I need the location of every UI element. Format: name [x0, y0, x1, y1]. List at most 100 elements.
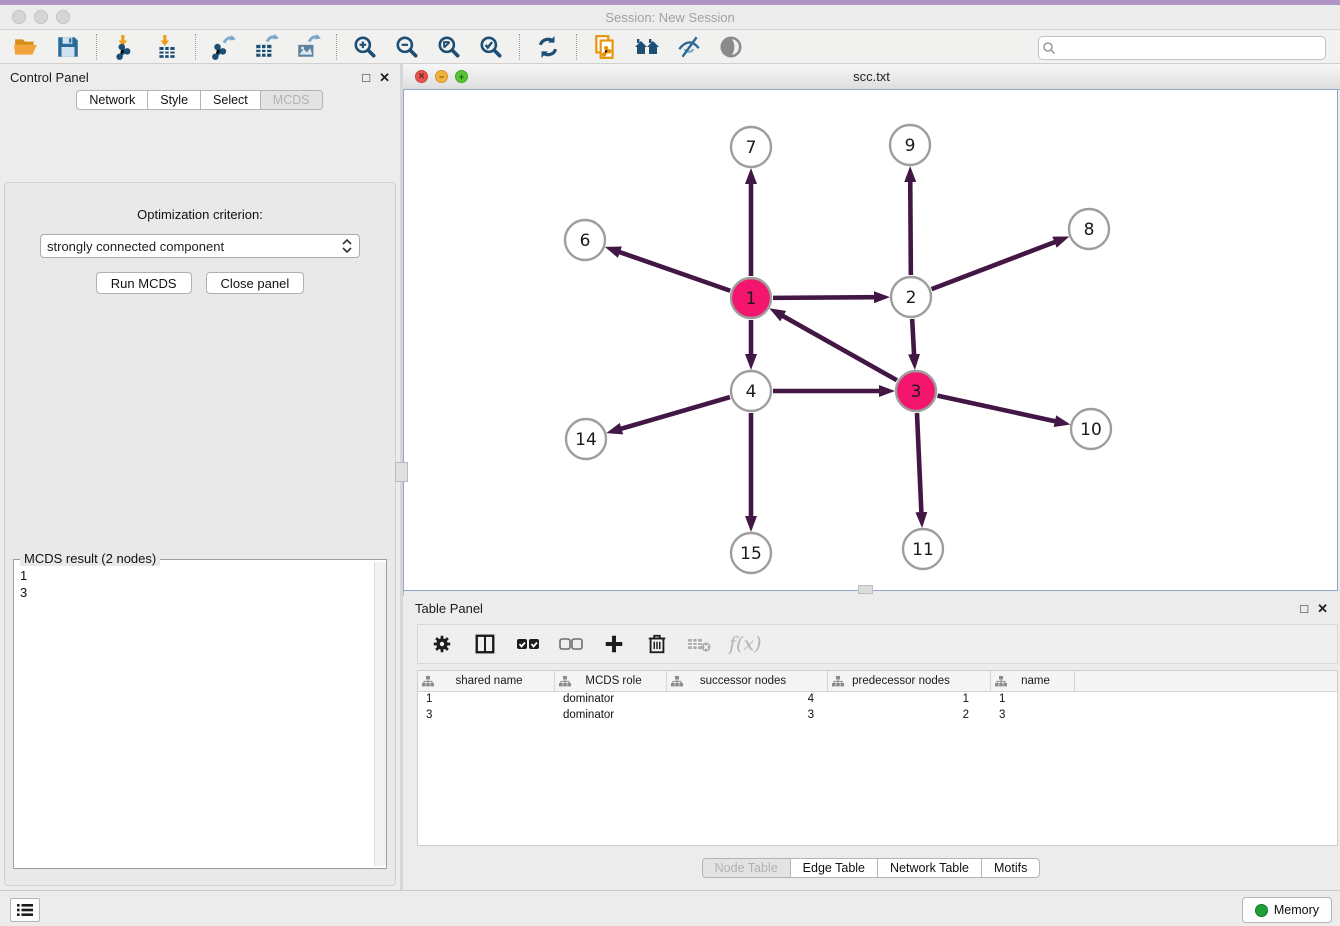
mcds-result-text[interactable]: 1 3: [14, 563, 374, 868]
edge-4-14[interactable]: [620, 397, 730, 429]
node-label-9: 9: [905, 136, 916, 156]
edge-2-3[interactable]: [912, 319, 914, 356]
add-column-icon[interactable]: [600, 630, 628, 658]
mac-titlebar: Session: New Session: [0, 5, 1340, 30]
save-session-icon[interactable]: [54, 33, 82, 61]
node-label-1: 1: [746, 289, 757, 309]
tab-network[interactable]: Network: [76, 90, 148, 110]
edge-3-11[interactable]: [917, 413, 921, 514]
select-stepper-icon: [341, 238, 353, 254]
session-title: Session: New Session: [0, 10, 1340, 25]
application-window: Session: New Session: [0, 0, 1340, 926]
table-cell: 1: [828, 692, 991, 708]
duplicate-network-icon[interactable]: [591, 33, 619, 61]
table-cell: 3: [991, 708, 1075, 724]
zoom-fit-icon[interactable]: [435, 33, 463, 61]
settings-gear-icon[interactable]: [428, 630, 456, 658]
import-network-icon[interactable]: [111, 33, 139, 61]
tab-motifs[interactable]: Motifs: [981, 858, 1040, 878]
edge-3-10[interactable]: [937, 396, 1056, 422]
export-image-icon[interactable]: [294, 33, 322, 61]
search-input[interactable]: [1059, 40, 1325, 56]
tab-network-table[interactable]: Network Table: [877, 858, 982, 878]
network-minimize-icon[interactable]: −: [435, 70, 448, 83]
node-label-8: 8: [1084, 220, 1095, 240]
table-row[interactable]: 3dominator323: [418, 708, 1337, 724]
close-panel-icon[interactable]: ✕: [379, 71, 390, 84]
edge-1-6[interactable]: [618, 252, 730, 291]
tab-select[interactable]: Select: [200, 90, 261, 110]
select-all-checkboxes-icon[interactable]: [514, 630, 542, 658]
delete-column-icon[interactable]: [643, 630, 671, 658]
table-cell: 3: [418, 708, 555, 724]
memory-status-icon: [1255, 904, 1268, 917]
column-header-predecessor-nodes[interactable]: predecessor nodes: [828, 671, 991, 691]
column-header-successor-nodes[interactable]: successor nodes: [667, 671, 828, 691]
edge-2-8[interactable]: [932, 241, 1057, 289]
delete-table-icon[interactable]: [686, 630, 714, 658]
float-panel-icon[interactable]: □: [362, 71, 370, 84]
edge-3-1[interactable]: [781, 315, 896, 380]
table-body: 1dominator4113dominator323: [418, 692, 1337, 724]
column-header-MCDS-role[interactable]: MCDS role: [555, 671, 667, 691]
close-table-panel-icon[interactable]: ✕: [1317, 602, 1328, 615]
export-table-icon[interactable]: [252, 33, 280, 61]
table-toolbar: f(x): [417, 624, 1338, 664]
zoom-out-icon[interactable]: [393, 33, 421, 61]
tab-node-table[interactable]: Node Table: [702, 858, 791, 878]
mcds-result-group: MCDS result (2 nodes) 1 3: [13, 559, 387, 869]
node-label-10: 10: [1080, 420, 1102, 440]
toolbar-separator: [519, 34, 520, 60]
memory-button[interactable]: Memory: [1242, 897, 1332, 923]
network-window-titlebar[interactable]: ✕ − + scc.txt: [403, 64, 1340, 90]
hide-graphics-details-icon[interactable]: [675, 33, 703, 61]
refresh-view-icon[interactable]: [534, 33, 562, 61]
edge-1-2[interactable]: [773, 297, 876, 298]
home-icon[interactable]: [633, 33, 661, 61]
open-session-icon[interactable]: [12, 33, 40, 61]
close-panel-button[interactable]: Close panel: [206, 272, 305, 294]
criterion-select[interactable]: strongly connected component: [40, 234, 360, 258]
export-network-icon[interactable]: [210, 33, 238, 61]
search-field[interactable]: [1038, 36, 1326, 60]
import-table-icon[interactable]: [153, 33, 181, 61]
table-cell: dominator: [555, 692, 667, 708]
table-row[interactable]: 1dominator411: [418, 692, 1337, 708]
task-history-button[interactable]: [10, 898, 40, 922]
tab-style[interactable]: Style: [147, 90, 201, 110]
tab-edge-table[interactable]: Edge Table: [790, 858, 878, 878]
column-header-name[interactable]: name: [991, 671, 1075, 691]
node-label-15: 15: [740, 544, 762, 564]
network-close-icon[interactable]: ✕: [415, 70, 428, 83]
deselect-all-checkboxes-icon[interactable]: [557, 630, 585, 658]
table-cell: 1: [991, 692, 1075, 708]
vertical-splitter-grip[interactable]: [395, 462, 408, 482]
list-icon: [16, 903, 34, 917]
zoom-selected-icon[interactable]: [477, 33, 505, 61]
table-tabbar: Node TableEdge TableNetwork TableMotifs: [403, 858, 1340, 878]
horizontal-splitter-grip[interactable]: [858, 585, 873, 594]
float-table-panel-icon[interactable]: □: [1300, 602, 1308, 615]
search-icon: [1039, 40, 1059, 56]
function-builder-icon[interactable]: f(x): [729, 633, 762, 655]
run-mcds-button[interactable]: Run MCDS: [96, 272, 192, 294]
result-scrollbar[interactable]: [374, 562, 386, 866]
node-label-6: 6: [580, 231, 591, 251]
toggle-column-panel-icon[interactable]: [471, 630, 499, 658]
column-header-shared-name[interactable]: shared name: [418, 671, 555, 691]
tab-mcds[interactable]: MCDS: [260, 90, 323, 110]
network-maximize-icon[interactable]: +: [455, 70, 468, 83]
table-panel-title: Table Panel: [415, 601, 483, 616]
table-cell: dominator: [555, 708, 667, 724]
toolbar-separator: [195, 34, 196, 60]
optimization-criterion-label: Optimization criterion:: [5, 207, 395, 222]
node-label-3: 3: [911, 382, 922, 402]
node-label-7: 7: [746, 138, 757, 158]
table-panel: Table Panel □ ✕: [403, 596, 1340, 890]
network-canvas[interactable]: 7968124314101511: [403, 89, 1338, 591]
network-graph: 7968124314101511: [404, 90, 1337, 590]
show-graphics-details-icon[interactable]: [717, 33, 745, 61]
edge-2-9[interactable]: [910, 180, 911, 275]
network-view-window: ✕ − + scc.txt 7968124314101511: [403, 64, 1340, 592]
zoom-in-icon[interactable]: [351, 33, 379, 61]
